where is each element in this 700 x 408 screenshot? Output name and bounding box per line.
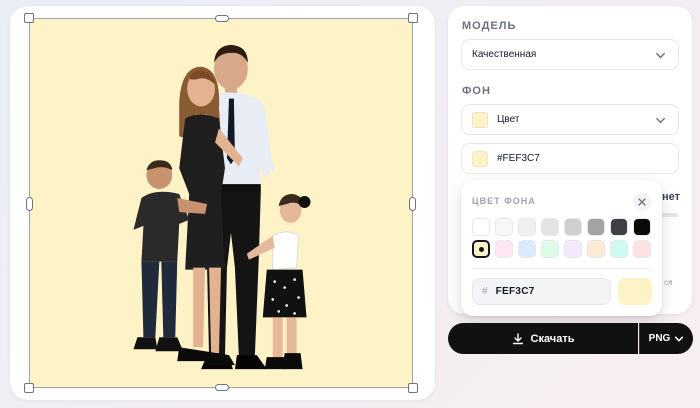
- chevron-down-icon: [656, 52, 665, 59]
- chevron-down-icon: [675, 336, 684, 341]
- color-swatch[interactable]: [564, 240, 582, 258]
- resize-handle-top-right[interactable]: [408, 13, 418, 23]
- resize-handle-right[interactable]: [409, 197, 416, 211]
- color-swatch[interactable]: [610, 240, 628, 258]
- color-swatch[interactable]: [495, 240, 513, 258]
- color-swatch[interactable]: [610, 218, 628, 236]
- color-swatch-grid: [472, 218, 652, 258]
- partial-hidden-hint: ся: [664, 278, 673, 287]
- model-select-value: Качественная: [472, 49, 537, 60]
- color-swatch[interactable]: [633, 240, 651, 258]
- popover-title: ЦВЕТ ФОНА: [472, 196, 536, 206]
- close-button[interactable]: [633, 193, 651, 211]
- format-value: PNG: [648, 333, 671, 344]
- color-swatch[interactable]: [541, 218, 559, 236]
- background-color-popover: ЦВЕТ ФОНА # FEF3C7: [461, 180, 662, 316]
- resize-handle-top-left[interactable]: [24, 13, 34, 23]
- hex-input[interactable]: # FEF3C7: [472, 278, 611, 305]
- partial-hidden-label: нет: [662, 191, 681, 203]
- resize-handle-bottom[interactable]: [215, 384, 229, 391]
- hash-prefix: #: [482, 286, 488, 297]
- color-swatch[interactable]: [518, 218, 536, 236]
- image-canvas[interactable]: [24, 13, 418, 393]
- format-select[interactable]: PNG: [639, 323, 693, 354]
- color-swatch[interactable]: [633, 218, 651, 236]
- color-swatch[interactable]: [541, 240, 559, 258]
- color-swatch[interactable]: [564, 218, 582, 236]
- color-swatch[interactable]: [495, 218, 513, 236]
- download-icon: [512, 332, 523, 344]
- close-icon: [638, 198, 646, 206]
- resize-handle-left[interactable]: [26, 197, 33, 211]
- color-swatch[interactable]: [587, 240, 605, 258]
- resize-handle-top[interactable]: [215, 15, 229, 22]
- background-type-select[interactable]: Цвет: [461, 104, 679, 135]
- hex-color-swatch: [472, 150, 488, 167]
- hex-input-value: FEF3C7: [495, 286, 535, 297]
- download-label: Скачать: [530, 332, 575, 345]
- color-swatch[interactable]: [587, 218, 605, 236]
- background-hex-input[interactable]: #FEF3C7: [461, 143, 679, 174]
- divider: [472, 268, 652, 269]
- canvas-card: [10, 6, 435, 400]
- chevron-down-icon: [656, 117, 665, 124]
- color-swatch[interactable]: [518, 240, 536, 258]
- model-select[interactable]: Качественная: [461, 39, 679, 70]
- background-color-swatch: [472, 111, 488, 128]
- download-button[interactable]: Скачать: [448, 323, 638, 354]
- background-type-value: Цвет: [497, 114, 520, 125]
- color-swatch[interactable]: [472, 218, 490, 236]
- resize-handle-bottom-right[interactable]: [408, 383, 418, 393]
- family-photo: [133, 44, 311, 370]
- background-hex-value: #FEF3C7: [497, 153, 540, 164]
- model-section-label: МОДЕЛЬ: [462, 20, 517, 32]
- resize-handle-bottom-left[interactable]: [24, 383, 34, 393]
- color-preview-swatch[interactable]: [618, 278, 652, 305]
- color-swatch[interactable]: [472, 240, 490, 258]
- background-section-label: ФОН: [462, 85, 491, 97]
